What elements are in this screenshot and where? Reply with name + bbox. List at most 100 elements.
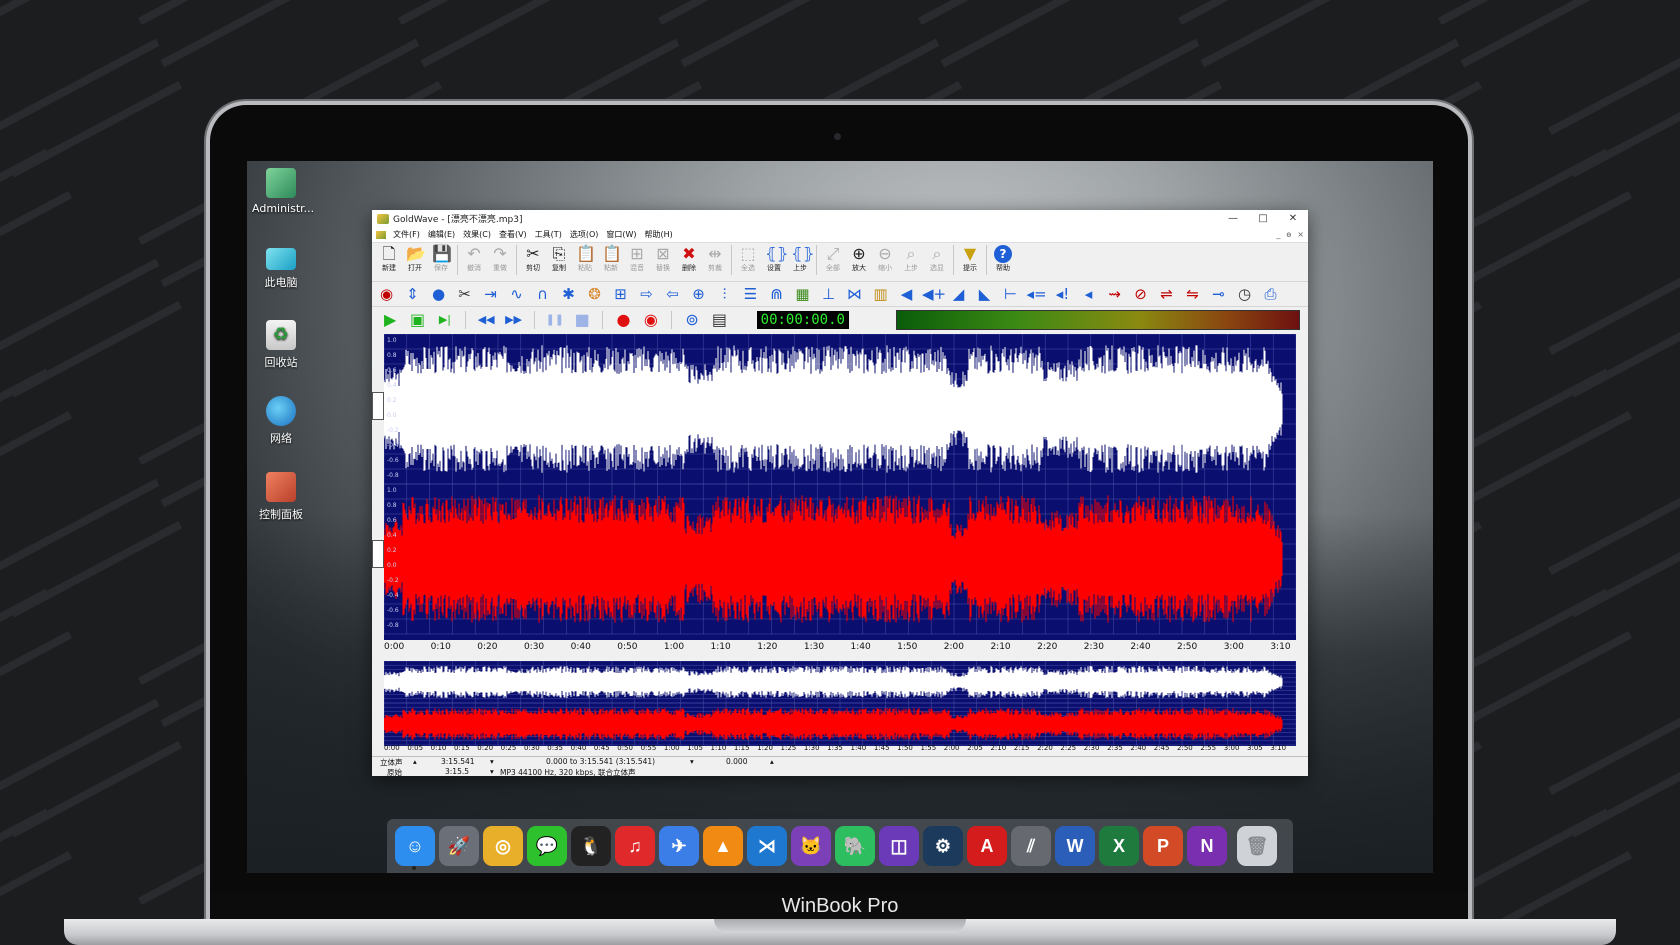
menu-help[interactable]: 帮助(H): [645, 229, 673, 240]
toolbar-button-select-all[interactable]: ⬚ 全选: [735, 245, 761, 273]
chrome-icon[interactable]: ◎: [483, 826, 523, 866]
reverb-icon[interactable]: ⇋: [1182, 285, 1203, 304]
menu-edit[interactable]: 编辑(E): [428, 229, 455, 240]
left-channel-marker[interactable]: [372, 392, 384, 420]
offset-icon[interactable]: ⇌: [1156, 285, 1177, 304]
twitch-icon[interactable]: ◫: [879, 826, 919, 866]
toolbar-button-undo[interactable]: ↶ 撤消: [461, 245, 487, 273]
toolbar-button-set[interactable]: ⦃⦄ 设置: [761, 245, 788, 273]
vscode-icon[interactable]: ⋊: [747, 826, 787, 866]
toolbar-button-previous[interactable]: ⦃⦄ 上步: [787, 245, 814, 273]
onenote-icon[interactable]: N: [1187, 826, 1227, 866]
toolbar-button-zoom-in[interactable]: ⊕ 放大: [846, 245, 872, 273]
fast-forward-icon[interactable]: ▶▶: [503, 310, 523, 330]
forward-icon[interactable]: ⇨: [636, 285, 657, 304]
menu-file[interactable]: 文件(F): [393, 229, 420, 240]
title-bar[interactable]: GoldWave - [漂亮不漂亮.mp3] — □ ✕: [372, 210, 1308, 227]
parametric-eq-icon[interactable]: ▦: [792, 285, 813, 304]
record-selection-icon[interactable]: ◉: [641, 310, 661, 330]
qq-icon[interactable]: 🐧: [571, 826, 611, 866]
desktop-icon-administrator[interactable]: Administr...: [252, 168, 314, 215]
desktop-icon-control-panel[interactable]: 控制面板: [252, 472, 310, 522]
invert-icon[interactable]: ⋈: [844, 285, 865, 304]
toolbar-button-copy[interactable]: ⎘ 复制: [546, 245, 572, 273]
play-to-end-icon[interactable]: ▶|: [435, 310, 455, 330]
word-icon[interactable]: W: [1055, 826, 1095, 866]
mdi-minimize-button[interactable]: _: [1276, 230, 1280, 239]
playback-rate-icon[interactable]: ⊞: [610, 285, 631, 304]
desktop-icon-recycle-bin[interactable]: ♻ 回收站: [252, 320, 310, 370]
mechanize-icon[interactable]: ⇥: [480, 285, 501, 304]
menu-window[interactable]: 窗口(W): [606, 229, 636, 240]
evernote-icon[interactable]: 🐘: [835, 826, 875, 866]
record-icon[interactable]: ●: [613, 310, 633, 330]
timer-icon[interactable]: ◷: [1234, 285, 1255, 304]
netease-music-icon[interactable]: ♫: [615, 826, 655, 866]
doppler-icon[interactable]: ●: [428, 285, 449, 304]
toolbar-button-zoom-selection[interactable]: ⌕ 选显: [924, 245, 950, 273]
waveform-main-view[interactable]: 1.0 0.8 0.6 0.4 0.2 0.0 -0.2 -0.4 -0.6 -0.8 1.0 0.8…: [384, 334, 1296, 640]
overview-waveform[interactable]: [383, 660, 1297, 746]
toolbar-button-redo[interactable]: ↷ 重做: [487, 245, 513, 273]
play-selection-icon[interactable]: ▣: [407, 310, 427, 330]
channel-mixer-icon[interactable]: ▥: [870, 285, 891, 304]
time-warp-icon[interactable]: ⇝: [1104, 285, 1125, 304]
menu-effects[interactable]: 效果(C): [463, 229, 491, 240]
parallels-icon[interactable]: ⫽: [1011, 826, 1051, 866]
rewind-icon[interactable]: ◀◀: [476, 310, 496, 330]
toolbar-button-cut[interactable]: ✂ 剪切: [520, 245, 546, 273]
wechat-icon[interactable]: 💬: [527, 826, 567, 866]
toolbar-button-help[interactable]: ? 帮助: [990, 245, 1016, 273]
toolbar-button-save[interactable]: 💾 保存: [428, 245, 454, 273]
toolbar-button-paste[interactable]: 📋 粘贴: [572, 245, 598, 273]
mute-icon[interactable]: ◀: [896, 285, 917, 304]
vlc-icon[interactable]: ▲: [703, 826, 743, 866]
toolbar-button-zoom-previous[interactable]: ⌕ 上步: [898, 245, 924, 273]
launchpad-icon[interactable]: 🚀: [439, 826, 479, 866]
fade-out-icon[interactable]: ◣: [974, 285, 995, 304]
steam-icon[interactable]: ⚙: [923, 826, 963, 866]
status-length-arrow-icon[interactable]: ▾: [490, 757, 494, 766]
menu-view[interactable]: 查看(V): [499, 229, 527, 240]
excel-icon[interactable]: X: [1099, 826, 1139, 866]
toolbar-button-paste-new[interactable]: 📋 粘新: [598, 245, 624, 273]
toolbar-button-delete[interactable]: ✖ 删除: [676, 245, 702, 273]
fade-in-icon[interactable]: ◢: [948, 285, 969, 304]
menu-tools[interactable]: 工具(T): [535, 229, 562, 240]
flanger-icon[interactable]: ∿: [506, 285, 527, 304]
toolbar-button-new-file[interactable]: 🗋 新建: [376, 245, 402, 273]
toolbar-button-mix[interactable]: ⊞ 混音: [624, 245, 650, 273]
marker-icon[interactable]: ⊸: [1208, 285, 1229, 304]
compressor-icon[interactable]: ⊥: [818, 285, 839, 304]
echo-icon[interactable]: ◂!: [1052, 285, 1073, 304]
pitch-icon[interactable]: ✱: [558, 285, 579, 304]
feishu-icon[interactable]: ✈: [659, 826, 699, 866]
play-icon[interactable]: ▶: [380, 310, 400, 330]
status-position-arrow-icon[interactable]: ▴: [770, 757, 774, 766]
silence-icon[interactable]: ◂: [1078, 285, 1099, 304]
toolbar-button-view-all[interactable]: ⤢ 全部: [820, 245, 846, 273]
batch-icon[interactable]: ⎙: [1260, 285, 1281, 304]
loop-icon[interactable]: ∩: [532, 285, 553, 304]
trash-icon[interactable]: 🗑: [1237, 826, 1277, 866]
github-icon[interactable]: 🐱: [791, 826, 831, 866]
toolbar-button-trim[interactable]: ⇹ 剪裁: [702, 245, 728, 273]
filter-icon[interactable]: ☰: [740, 285, 761, 304]
equalizer-icon[interactable]: ⫶: [714, 285, 735, 304]
mdi-close-button[interactable]: ×: [1297, 230, 1304, 239]
powerpoint-icon[interactable]: P: [1143, 826, 1183, 866]
stereo-icon[interactable]: ⊘: [1130, 285, 1151, 304]
control-properties-icon[interactable]: ⊚: [682, 310, 702, 330]
stop-icon[interactable]: ■: [572, 310, 592, 330]
device-controls-icon[interactable]: ▤: [709, 310, 729, 330]
minimize-button[interactable]: —: [1218, 213, 1248, 224]
match-volume-icon[interactable]: ⊢: [1000, 285, 1021, 304]
maximize-volume-icon[interactable]: ◂=: [1026, 285, 1047, 304]
acrobat-icon[interactable]: A: [967, 826, 1007, 866]
spectrum-icon[interactable]: ⋒: [766, 285, 787, 304]
mdi-restore-button[interactable]: ɵ: [1286, 230, 1291, 239]
volume-shape-icon[interactable]: ⇕: [402, 285, 423, 304]
desktop-icon-this-pc[interactable]: 此电脑: [252, 244, 310, 290]
auto-gain-icon[interactable]: ◉: [376, 285, 397, 304]
maximize-button[interactable]: □: [1248, 213, 1278, 224]
